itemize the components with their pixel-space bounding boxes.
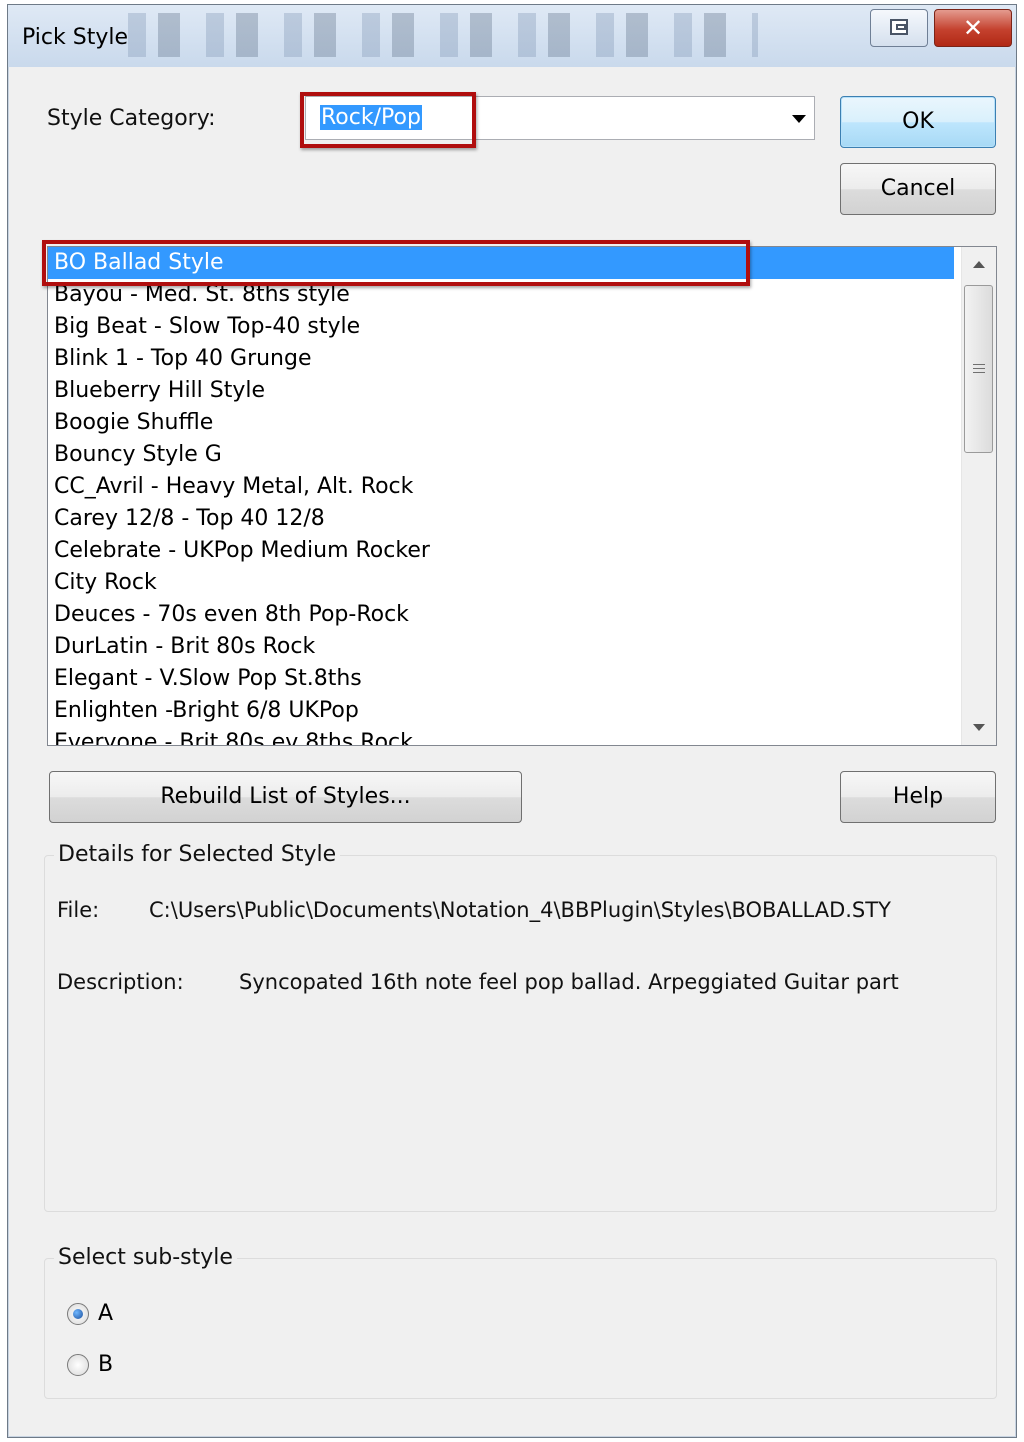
style-list-items: BO Ballad Style Bayou - Med. St. 8ths sty… bbox=[48, 247, 996, 745]
dialog-title: Pick Style bbox=[22, 25, 128, 50]
help-button[interactable]: Help bbox=[840, 771, 996, 823]
close-button[interactable]: ✕ bbox=[934, 9, 1012, 47]
restore-icon bbox=[890, 19, 908, 35]
style-list-item[interactable]: Celebrate - UKPop Medium Rocker bbox=[48, 535, 954, 567]
style-list-item[interactable]: Enlighten -Bright 6/8 UKPop bbox=[48, 695, 954, 727]
list-scrollbar[interactable] bbox=[961, 247, 996, 745]
substyle-group-title: Select sub-style bbox=[54, 1245, 237, 1270]
style-list-item[interactable]: Carey 12/8 - Top 40 12/8 bbox=[48, 503, 954, 535]
description-value: Syncopated 16th note feel pop ballad. Ar… bbox=[239, 970, 899, 994]
style-list-item[interactable]: Bayou - Med. St. 8ths style bbox=[48, 279, 954, 311]
style-list-item[interactable]: Elegant - V.Slow Pop St.8ths bbox=[48, 663, 954, 695]
description-label: Description: bbox=[57, 970, 184, 994]
background-toolbar-ghost bbox=[128, 13, 758, 57]
chevron-down-icon[interactable] bbox=[792, 115, 806, 123]
style-list-item[interactable]: Everyone - Brit 80s ev 8ths Rock bbox=[48, 727, 954, 745]
style-list-item[interactable]: CC_Avril - Heavy Metal, Alt. Rock bbox=[48, 471, 954, 503]
style-category-dropdown[interactable]: Rock/Pop bbox=[305, 96, 815, 140]
style-list-item[interactable]: Bouncy Style G bbox=[48, 439, 954, 471]
close-icon: ✕ bbox=[962, 14, 984, 42]
file-path-value: C:\Users\Public\Documents\Notation_4\BBP… bbox=[149, 898, 891, 922]
substyle-a-label[interactable]: A bbox=[98, 1301, 113, 1326]
restore-button[interactable] bbox=[870, 9, 928, 47]
substyle-b-label[interactable]: B bbox=[98, 1352, 113, 1377]
ok-button[interactable]: OK bbox=[840, 96, 996, 148]
rebuild-list-button[interactable]: Rebuild List of Styles... bbox=[49, 771, 522, 823]
cancel-button[interactable]: Cancel bbox=[840, 163, 996, 215]
title-bar[interactable]: Pick Style ✕ bbox=[8, 5, 1016, 67]
grip-icon bbox=[973, 364, 985, 374]
scroll-up-arrow-icon[interactable] bbox=[973, 261, 985, 268]
details-group-title: Details for Selected Style bbox=[54, 842, 341, 867]
style-category-label: Style Category: bbox=[47, 106, 216, 131]
scroll-down-arrow-icon[interactable] bbox=[973, 724, 985, 731]
file-label: File: bbox=[57, 898, 100, 922]
style-list-item[interactable]: Big Beat - Slow Top-40 style bbox=[48, 311, 954, 343]
substyle-a-radio[interactable] bbox=[67, 1303, 89, 1325]
style-list-item[interactable]: Blueberry Hill Style bbox=[48, 375, 954, 407]
style-category-value: Rock/Pop bbox=[320, 105, 422, 130]
scroll-thumb[interactable] bbox=[964, 285, 993, 453]
style-list-item[interactable]: BO Ballad Style bbox=[48, 247, 954, 279]
style-list-item[interactable]: Deuces - 70s even 8th Pop-Rock bbox=[48, 599, 954, 631]
style-list[interactable]: BO Ballad Style Bayou - Med. St. 8ths sty… bbox=[47, 246, 997, 746]
style-list-item[interactable]: DurLatin - Brit 80s Rock bbox=[48, 631, 954, 663]
substyle-b-radio[interactable] bbox=[67, 1354, 89, 1376]
style-list-item[interactable]: Blink 1 - Top 40 Grunge bbox=[48, 343, 954, 375]
style-list-item[interactable]: Boogie Shuffle bbox=[48, 407, 954, 439]
style-list-item[interactable]: City Rock bbox=[48, 567, 954, 599]
substyle-group bbox=[44, 1258, 997, 1399]
